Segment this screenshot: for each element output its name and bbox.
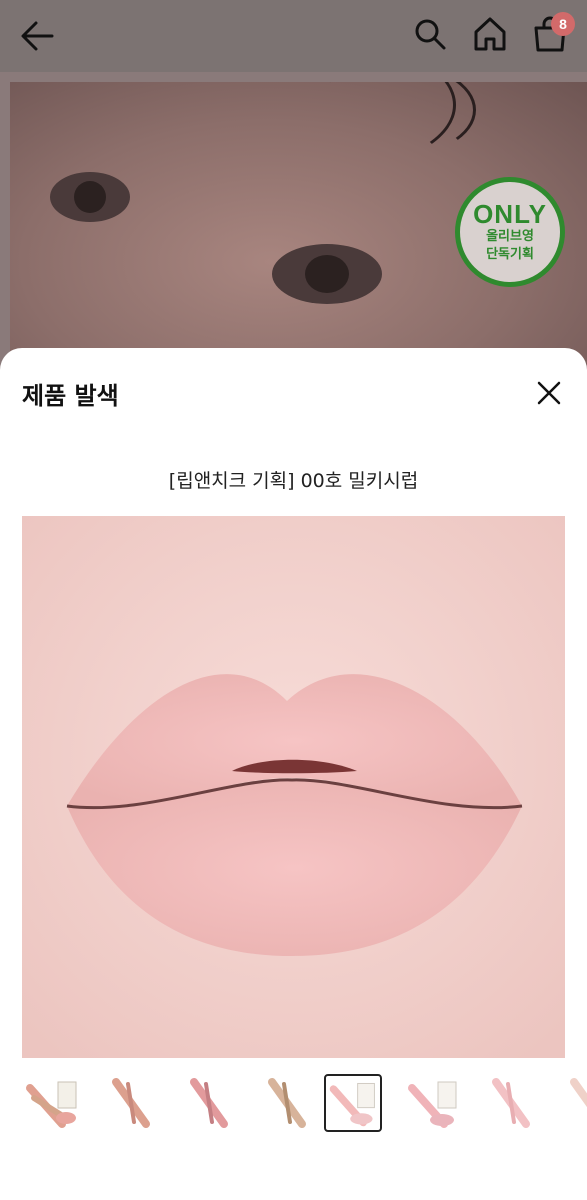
top-app-bar: 8 bbox=[0, 0, 587, 72]
swatch-thumb-2[interactable] bbox=[102, 1074, 160, 1132]
swatch-thumb-6[interactable] bbox=[404, 1074, 462, 1132]
swatch-thumb-image bbox=[26, 1081, 77, 1128]
badge-line-2: 단독기획 bbox=[486, 247, 534, 262]
search-button[interactable] bbox=[411, 14, 449, 54]
product-hero-image: ONLY 올리브영 단독기획 bbox=[10, 82, 587, 382]
swatch-thumb-image bbox=[492, 1078, 530, 1128]
badge-title: ONLY bbox=[473, 199, 547, 229]
only-exclusive-badge: ONLY 올리브영 단독기획 bbox=[455, 177, 565, 287]
arrow-left-icon bbox=[21, 21, 54, 51]
eye-image bbox=[50, 172, 130, 222]
swatch-thumb-5[interactable] bbox=[324, 1074, 382, 1132]
swatch-thumb-1[interactable] bbox=[22, 1074, 80, 1132]
swatch-thumb-4[interactable] bbox=[258, 1074, 316, 1132]
close-icon bbox=[537, 381, 561, 405]
back-button[interactable] bbox=[18, 18, 58, 54]
cart-button[interactable]: 8 bbox=[531, 12, 575, 54]
cart-count-badge: 8 bbox=[551, 12, 575, 36]
swatch-thumb-3[interactable] bbox=[180, 1074, 238, 1132]
lip-swatch-illustration bbox=[22, 516, 565, 1058]
search-icon bbox=[415, 19, 446, 50]
swatch-thumb-image bbox=[329, 1082, 375, 1127]
swatch-thumb-image bbox=[408, 1081, 457, 1128]
color-swatch-sheet: 제품 발색 [립앤치크 기획] 00호 밀키시럽 bbox=[0, 348, 587, 1200]
home-button[interactable] bbox=[471, 14, 509, 54]
swatch-thumb-image bbox=[190, 1078, 228, 1128]
lip-swatch-image bbox=[22, 516, 565, 1058]
swatch-thumb-8[interactable] bbox=[560, 1074, 587, 1132]
sheet-title: 제품 발색 bbox=[22, 382, 119, 410]
home-icon bbox=[474, 17, 506, 51]
swatch-thumb-image bbox=[268, 1078, 306, 1128]
swatch-thumb-7[interactable] bbox=[482, 1074, 540, 1132]
option-name: [립앤치크 기획] 00호 밀키시럽 bbox=[168, 470, 419, 492]
swatch-thumbnail-strip[interactable] bbox=[22, 1074, 587, 1134]
close-button[interactable] bbox=[534, 378, 564, 408]
swatch-thumb-image bbox=[570, 1078, 587, 1108]
eye-image bbox=[272, 244, 382, 304]
badge-line-1: 올리브영 bbox=[486, 229, 534, 244]
swatch-thumb-image bbox=[112, 1078, 150, 1128]
